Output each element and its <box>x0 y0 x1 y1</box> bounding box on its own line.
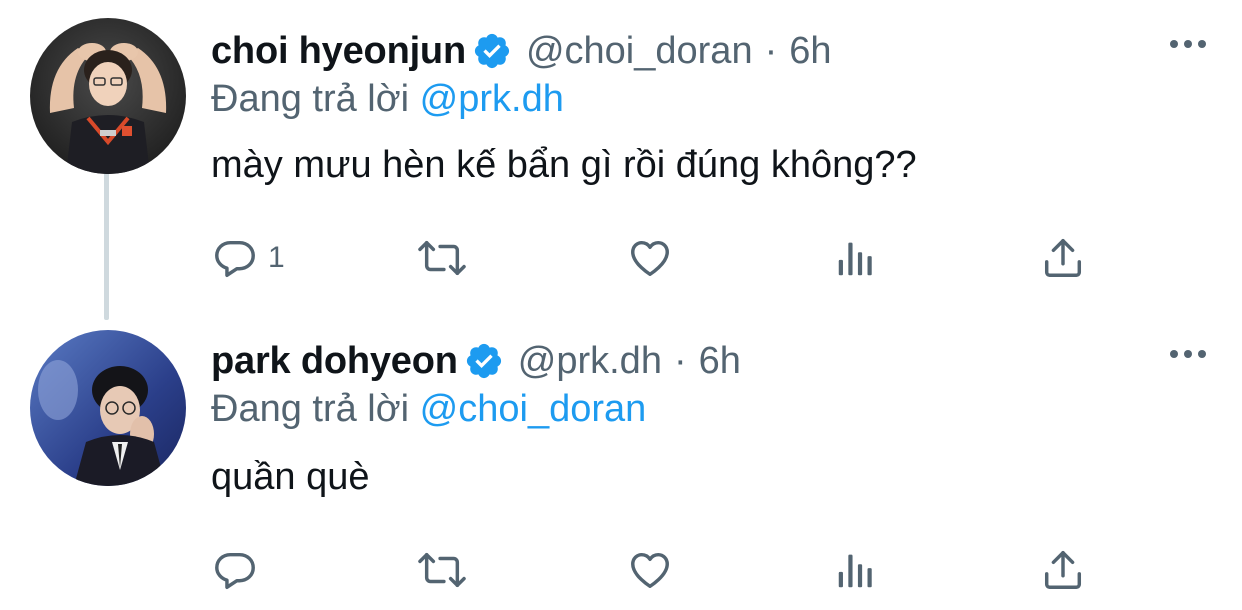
verified-badge-icon <box>472 31 512 71</box>
reply-mention-link[interactable]: @choi_doran <box>420 388 647 430</box>
more-dots-icon[interactable] <box>1168 346 1208 362</box>
tweet-text: quần què <box>211 456 370 498</box>
avatar[interactable] <box>30 18 186 174</box>
replying-to-label: Đang trả lời <box>211 388 410 430</box>
share-icon <box>1040 547 1086 593</box>
reply-icon <box>212 547 258 593</box>
views-button[interactable] <box>834 230 878 286</box>
tweet-actions <box>0 542 1242 598</box>
more-dots-icon[interactable] <box>1168 36 1208 52</box>
replying-to-label: Đang trả lời <box>211 78 410 120</box>
like-button[interactable] <box>626 230 674 286</box>
replying-to: Đang trả lời @choi_doran <box>211 386 646 432</box>
tweet[interactable]: choi hyeonjun @choi_doran · 6h Đang trả … <box>0 0 1242 300</box>
display-name[interactable]: choi hyeonjun <box>211 28 466 74</box>
separator-dot: · <box>673 340 687 382</box>
views-icon <box>834 547 878 593</box>
retweet-button[interactable] <box>414 542 470 598</box>
like-button[interactable] <box>626 542 674 598</box>
share-icon <box>1040 235 1086 281</box>
share-button[interactable] <box>1040 230 1086 286</box>
retweet-button[interactable] <box>414 230 470 286</box>
display-name[interactable]: park dohyeon <box>211 338 458 384</box>
reply-icon <box>212 235 258 281</box>
views-button[interactable] <box>834 542 878 598</box>
reply-count: 1 <box>268 241 285 274</box>
tweet-actions: 1 <box>0 230 1242 286</box>
retweet-icon <box>414 547 470 593</box>
timestamp[interactable]: 6h <box>789 28 831 74</box>
reply-button[interactable]: 1 <box>212 230 285 286</box>
tweet-header: park dohyeon @prk.dh · 6h <box>211 336 741 386</box>
timestamp[interactable]: 6h <box>699 338 741 384</box>
reply-mention-link[interactable]: @prk.dh <box>420 78 564 120</box>
tweet-header: choi hyeonjun @choi_doran · 6h <box>211 26 832 76</box>
separator-dot: · <box>764 30 778 72</box>
tweet-text: mày mưu hèn kế bẩn gì rồi đúng không?? <box>211 144 917 186</box>
tweet[interactable]: park dohyeon @prk.dh · 6h Đang trả lời @… <box>0 310 1242 610</box>
replying-to: Đang trả lời @prk.dh <box>211 76 564 122</box>
share-button[interactable] <box>1040 542 1086 598</box>
like-icon <box>626 235 674 281</box>
reply-button[interactable] <box>212 542 268 598</box>
views-icon <box>834 235 878 281</box>
user-handle[interactable]: @choi_doran <box>526 28 753 74</box>
user-handle[interactable]: @prk.dh <box>518 338 662 384</box>
verified-badge-icon <box>464 341 504 381</box>
retweet-icon <box>414 235 470 281</box>
avatar[interactable] <box>30 330 186 486</box>
like-icon <box>626 547 674 593</box>
